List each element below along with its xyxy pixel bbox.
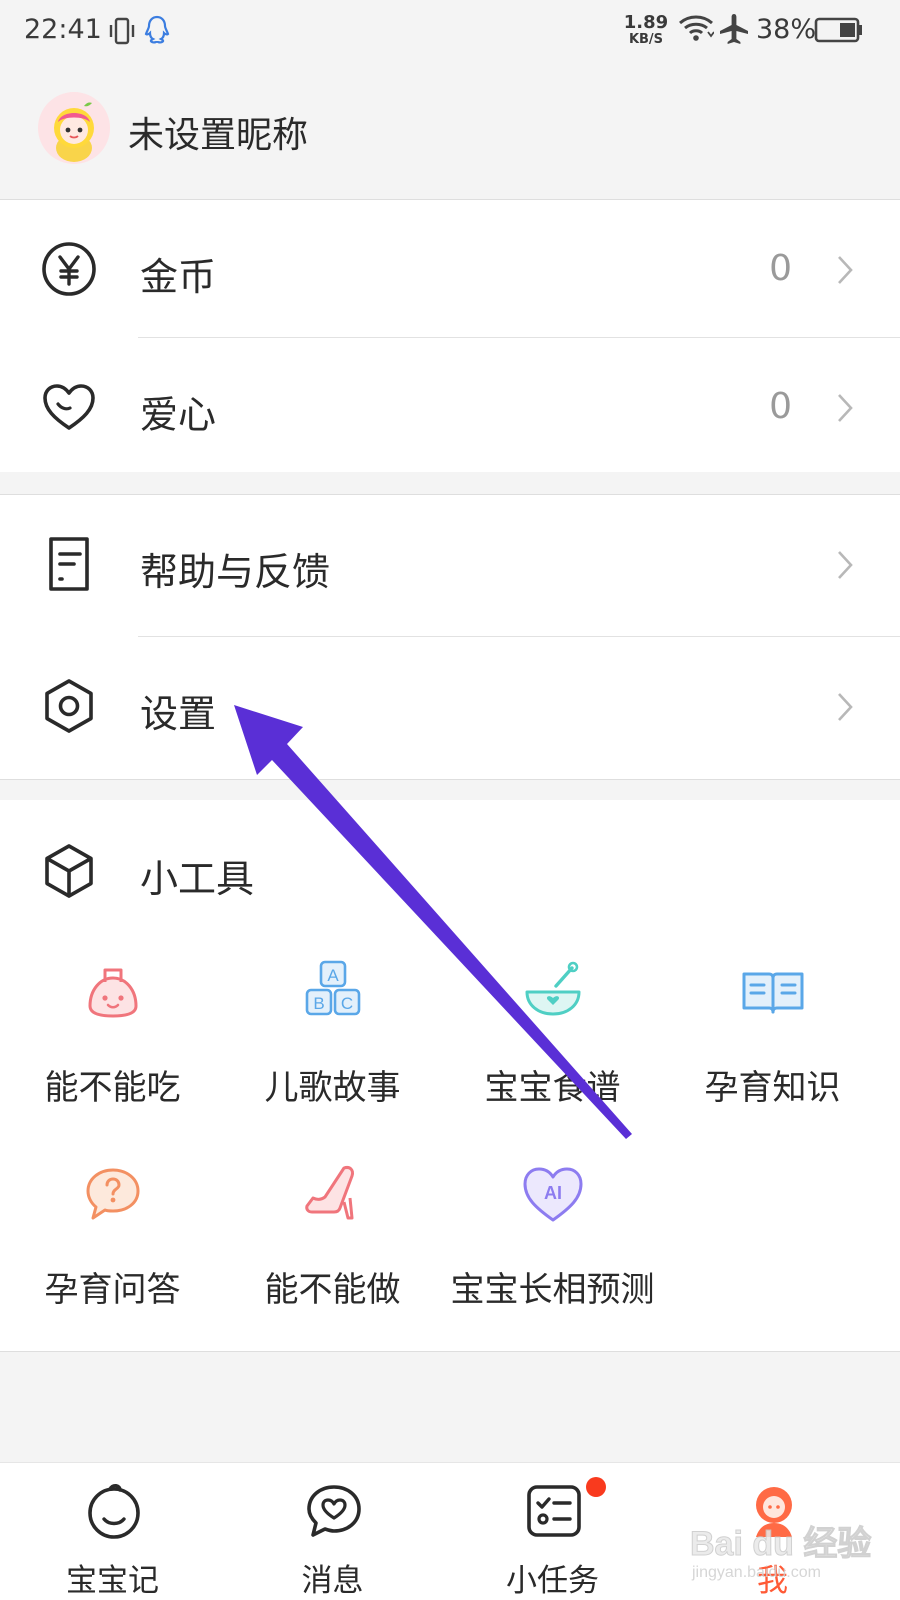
message-heart-icon (304, 1481, 364, 1541)
baidu-jingyan-watermark: Bai du 经验 jingyan.baidu.com (689, 1510, 890, 1600)
tab-label: 宝宝记 (66, 1563, 159, 1599)
tool-baby-recipes[interactable]: 宝宝食谱 (440, 960, 665, 1120)
battery-percent: 38% (756, 14, 817, 45)
tool-label: 宝宝食谱 (484, 1068, 621, 1108)
bowl-icon (520, 960, 586, 1026)
yuan-coin-icon (40, 240, 98, 298)
tool-baby-looks-prediction[interactable]: AI 宝宝长相预测 (440, 1162, 665, 1322)
svg-text:A: A (327, 966, 339, 985)
coins-label: 金币 (140, 255, 217, 299)
menu-group: 帮助与反馈 设置 (0, 494, 900, 780)
help-feedback-row[interactable]: 帮助与反馈 (0, 495, 900, 637)
settings-hexagon-icon (40, 677, 98, 735)
account-group: 金币 0 爱心 0 (0, 200, 900, 472)
wifi-icon (678, 14, 715, 46)
battery-icon (814, 17, 864, 47)
tab-baby-diary[interactable]: 宝宝记 (0, 1463, 225, 1600)
tools-header: 小工具 (0, 800, 900, 940)
coins-value: 0 (769, 248, 792, 289)
svg-text:C: C (341, 994, 353, 1013)
baby-face-icon (84, 1481, 144, 1541)
watermark-subtext: jingyan.baidu.com (692, 1564, 821, 1581)
tool-label: 宝宝长相预测 (450, 1270, 655, 1310)
avatar[interactable] (38, 92, 110, 164)
book-icon (740, 960, 806, 1026)
tool-label: 孕育知识 (704, 1068, 841, 1108)
coins-row[interactable]: 金币 0 (0, 200, 900, 338)
cube-icon (40, 842, 98, 904)
abc-blocks-icon: ABC (300, 960, 366, 1026)
chevron-right-icon (836, 392, 854, 428)
qq-icon (144, 14, 170, 50)
notification-badge (586, 1477, 606, 1497)
network-speed-value: 1.89 (623, 12, 669, 33)
tool-label: 能不能做 (264, 1270, 401, 1310)
vibrate-icon (108, 16, 136, 50)
svg-text:AI: AI (544, 1183, 562, 1203)
tools-section: 小工具 能不能吃 ABC 儿歌故事 宝宝食谱 孕育知识 孕育问答 能不能做 AI… (0, 800, 900, 1352)
tab-label: 小任务 (506, 1563, 599, 1599)
tab-tasks[interactable]: 小任务 (440, 1463, 665, 1600)
watermark-text: Bai du 经验 (689, 1525, 872, 1564)
tab-label: 消息 (301, 1563, 364, 1599)
hearts-label: 爱心 (140, 393, 217, 437)
settings-label: 设置 (140, 692, 217, 736)
hearts-row[interactable]: 爱心 0 (0, 338, 900, 476)
document-icon (40, 535, 98, 593)
settings-row[interactable]: 设置 (0, 637, 900, 779)
high-heel-icon (300, 1162, 366, 1228)
baby-food-icon (80, 960, 146, 1026)
nickname[interactable]: 未设置昵称 (128, 106, 308, 158)
status-bar: 22:41 1.89 KB/S 38% (0, 0, 900, 64)
tool-can-do[interactable]: 能不能做 (220, 1162, 445, 1322)
tool-label: 能不能吃 (44, 1068, 181, 1108)
airplane-icon (718, 12, 750, 50)
network-speed: 1.89 KB/S (622, 14, 670, 48)
tools-title: 小工具 (140, 857, 255, 901)
network-speed-unit: KB/S (628, 32, 664, 47)
tool-pregnancy-knowledge[interactable]: 孕育知识 (660, 960, 885, 1120)
tool-label: 孕育问答 (44, 1270, 181, 1310)
tool-can-eat[interactable]: 能不能吃 (0, 960, 225, 1120)
chevron-right-icon (836, 691, 854, 727)
question-bubble-icon (80, 1162, 146, 1228)
heart-icon (40, 378, 98, 436)
avatar-image (38, 92, 110, 164)
help-feedback-label: 帮助与反馈 (140, 550, 331, 594)
svg-text:B: B (313, 994, 324, 1013)
status-time: 22:41 (24, 14, 102, 45)
tool-label: 儿歌故事 (264, 1068, 401, 1108)
task-list-icon (524, 1481, 584, 1541)
ai-heart-icon: AI (520, 1162, 586, 1228)
hearts-value: 0 (769, 386, 792, 427)
chevron-right-icon (836, 254, 854, 290)
tab-messages[interactable]: 消息 (220, 1463, 445, 1600)
tool-songs-stories[interactable]: ABC 儿歌故事 (220, 960, 445, 1120)
profile-header[interactable]: 未设置昵称 (0, 64, 900, 200)
chevron-right-icon (836, 549, 854, 585)
tool-pregnancy-qa[interactable]: 孕育问答 (0, 1162, 225, 1322)
